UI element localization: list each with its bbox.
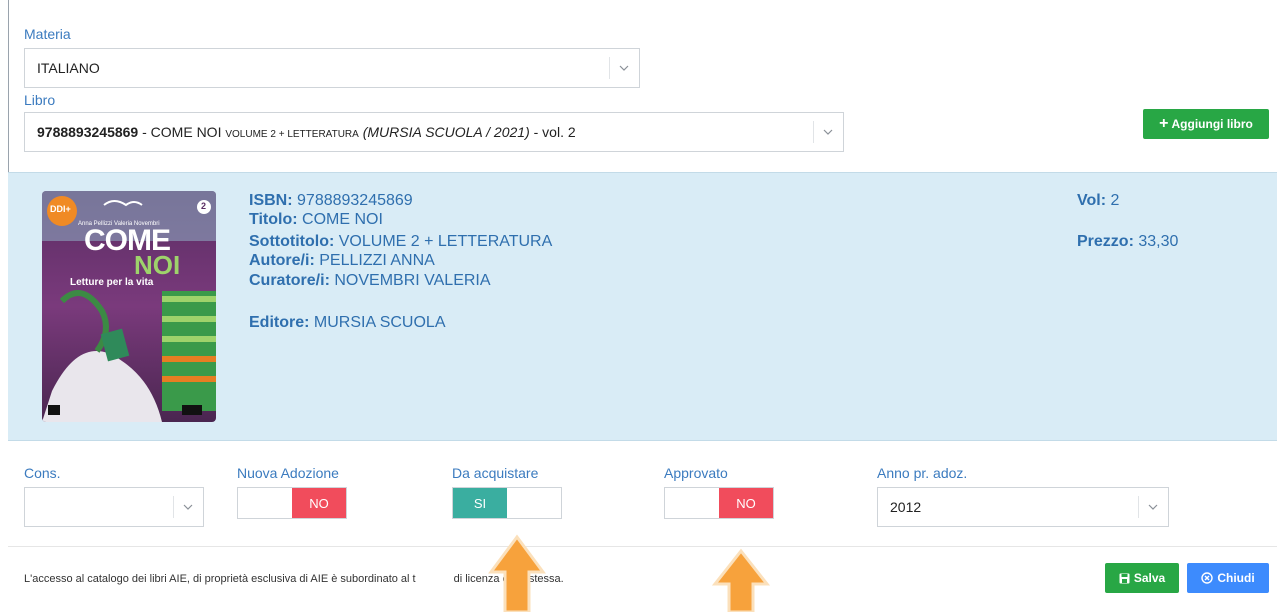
autore-value: PELLIZZI ANNA	[319, 252, 435, 269]
editore-label: Editore:	[249, 314, 310, 331]
autore-label: Autore/i:	[249, 252, 315, 269]
anno-label: Anno pr. adoz.	[877, 465, 968, 481]
approvato-toggle[interactable]: NO	[664, 487, 774, 519]
toggle-no: NO	[292, 488, 346, 518]
libro-subtitle: VOLUME 2 + LETTERATURA	[225, 129, 359, 140]
editore-line: Editore: MURSIA SCUOLA	[249, 315, 446, 331]
divider	[8, 546, 1277, 547]
sottotitolo-line: Sottotitolo: VOLUME 2 + LETTERATURA	[249, 234, 552, 250]
materia-label: Materia	[24, 26, 71, 42]
editore-value: MURSIA SCUOLA	[313, 314, 446, 331]
curatore-label: Curatore/i:	[249, 272, 330, 289]
toggle-blank	[507, 488, 561, 518]
vol-value: 2	[1110, 192, 1120, 209]
anno-select[interactable]: 2012	[877, 487, 1169, 527]
close-circle-icon	[1201, 572, 1214, 584]
curatore-line: Curatore/i: NOVEMBRI VALERIA	[249, 273, 491, 289]
titolo-value: COME NOI	[302, 211, 383, 228]
sottotitolo-value: VOLUME 2 + LETTERATURA	[338, 233, 553, 250]
prezzo-label: Prezzo:	[1077, 233, 1134, 250]
cover-title-2: NOI	[134, 250, 181, 280]
save-icon	[1119, 573, 1130, 584]
sottotitolo-label: Sottotitolo:	[249, 233, 335, 250]
chevron-down-icon	[813, 113, 843, 151]
toggle-blank	[238, 488, 292, 518]
libro-publisher: (MURSIA SCUOLA / 2021)	[362, 124, 530, 140]
libro-label: Libro	[24, 92, 56, 108]
isbn-label: ISBN:	[249, 192, 293, 209]
nuova-adozione-label: Nuova Adozione	[237, 465, 339, 481]
libro-select[interactable]: 9788893245869 - COME NOI VOLUME 2 + LETT…	[24, 112, 844, 152]
license-notice: L'accesso al catalogo dei libri AIE, di …	[24, 573, 564, 585]
cover-badge: DDI+	[50, 204, 71, 214]
vol-line: Vol: 2	[1077, 193, 1119, 209]
autore-line: Autore/i: PELLIZZI ANNA	[249, 253, 435, 269]
prezzo-line: Prezzo: 33,30	[1077, 234, 1178, 250]
save-button[interactable]: Salva	[1105, 563, 1179, 593]
titolo-line: Titolo: COME NOI	[249, 212, 383, 228]
cons-select[interactable]	[24, 487, 204, 527]
libro-title: - COME NOI	[138, 124, 226, 140]
nuova-adozione-toggle[interactable]: NO	[237, 487, 347, 519]
toggle-blank	[665, 488, 719, 518]
libro-isbn: 9788893245869	[37, 124, 139, 140]
chevron-down-icon	[1138, 488, 1168, 526]
cons-label: Cons.	[24, 465, 61, 481]
license-notice-part-1: L'accesso al catalogo dei libri AIE, di …	[24, 573, 416, 585]
arrow-up-icon	[712, 548, 770, 612]
isbn-value: 9788893245869	[297, 192, 413, 209]
close-label: Chiudi	[1217, 571, 1255, 585]
add-book-label: Aggiungi libro	[1171, 117, 1253, 131]
cover-volume: 2	[201, 201, 207, 211]
save-label: Salva	[1133, 571, 1166, 585]
chevron-down-icon	[173, 488, 203, 526]
isbn-line: ISBN: 9788893245869	[249, 193, 413, 209]
titolo-label: Titolo:	[249, 211, 298, 228]
curatore-value: NOVEMBRI VALERIA	[334, 272, 491, 289]
prezzo-value: 33,30	[1138, 233, 1179, 250]
book-cover: DDI+ 2 Anna Pellizzi Valeria Novembri CO…	[42, 191, 216, 422]
approvato-label: Approvato	[664, 465, 728, 481]
arrow-up-icon	[488, 534, 546, 612]
anno-value: 2012	[890, 499, 922, 515]
vol-label: Vol:	[1077, 192, 1107, 209]
libro-value: 9788893245869 - COME NOI VOLUME 2 + LETT…	[37, 124, 576, 140]
add-book-button[interactable]: + Aggiungi libro	[1143, 109, 1269, 139]
materia-select[interactable]: ITALIANO	[24, 48, 640, 88]
cover-subtitle: Letture per la vita	[70, 277, 154, 288]
toggle-no: NO	[719, 488, 773, 518]
da-acquistare-label: Da acquistare	[452, 465, 539, 481]
chevron-down-icon	[609, 49, 639, 87]
plus-icon: +	[1159, 115, 1169, 132]
close-button[interactable]: Chiudi	[1187, 563, 1269, 593]
da-acquistare-toggle[interactable]: SI	[452, 487, 562, 519]
libro-volume: - vol. 2	[529, 124, 576, 140]
toggle-si: SI	[453, 488, 507, 518]
materia-value: ITALIANO	[37, 60, 100, 76]
